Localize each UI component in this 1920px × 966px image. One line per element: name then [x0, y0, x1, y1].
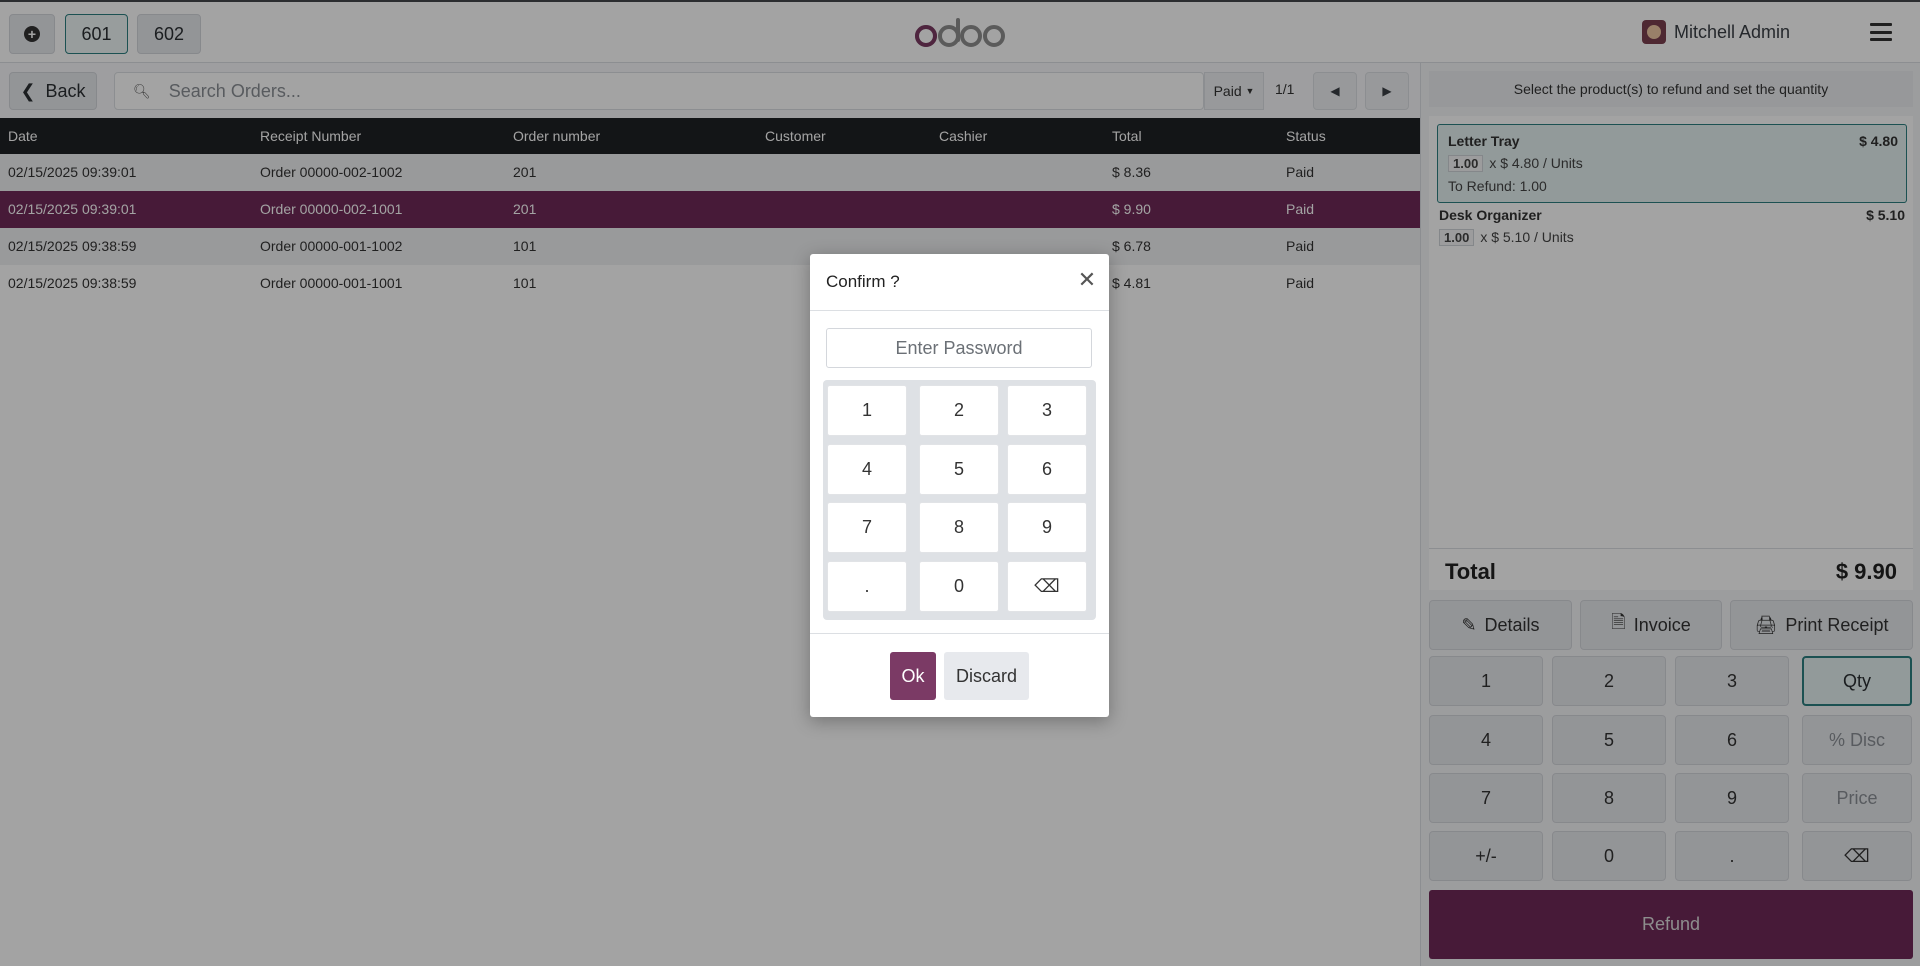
close-icon[interactable]: ✕: [1077, 269, 1097, 291]
discard-button[interactable]: Discard: [944, 652, 1029, 700]
ok-button[interactable]: Ok: [890, 652, 936, 700]
password-input[interactable]: [826, 328, 1092, 368]
keypad-key[interactable]: 3: [1007, 385, 1087, 436]
dialog-title: Confirm ?: [826, 272, 900, 291]
password-keypad: 1 2 3 4 5 6 7 8 9 . 0 ⌫: [823, 380, 1096, 620]
divider: [810, 310, 1109, 311]
keypad-key[interactable]: 5: [919, 444, 999, 495]
keypad-key[interactable]: 2: [919, 385, 999, 436]
confirm-password-dialog: Confirm ? ✕ 1 2 3 4 5 6 7 8 9 . 0 ⌫ Ok D…: [810, 254, 1109, 717]
keypad-key[interactable]: 6: [1007, 444, 1087, 495]
backspace-icon[interactable]: ⌫: [1007, 561, 1087, 612]
keypad-key[interactable]: 0: [919, 561, 999, 612]
keypad-key[interactable]: 9: [1007, 502, 1087, 553]
keypad-key[interactable]: 1: [827, 385, 907, 436]
keypad-key[interactable]: 4: [827, 444, 907, 495]
keypad-key-decimal[interactable]: .: [827, 561, 907, 612]
divider: [810, 633, 1109, 634]
keypad-key[interactable]: 7: [827, 502, 907, 553]
keypad-key[interactable]: 8: [919, 502, 999, 553]
